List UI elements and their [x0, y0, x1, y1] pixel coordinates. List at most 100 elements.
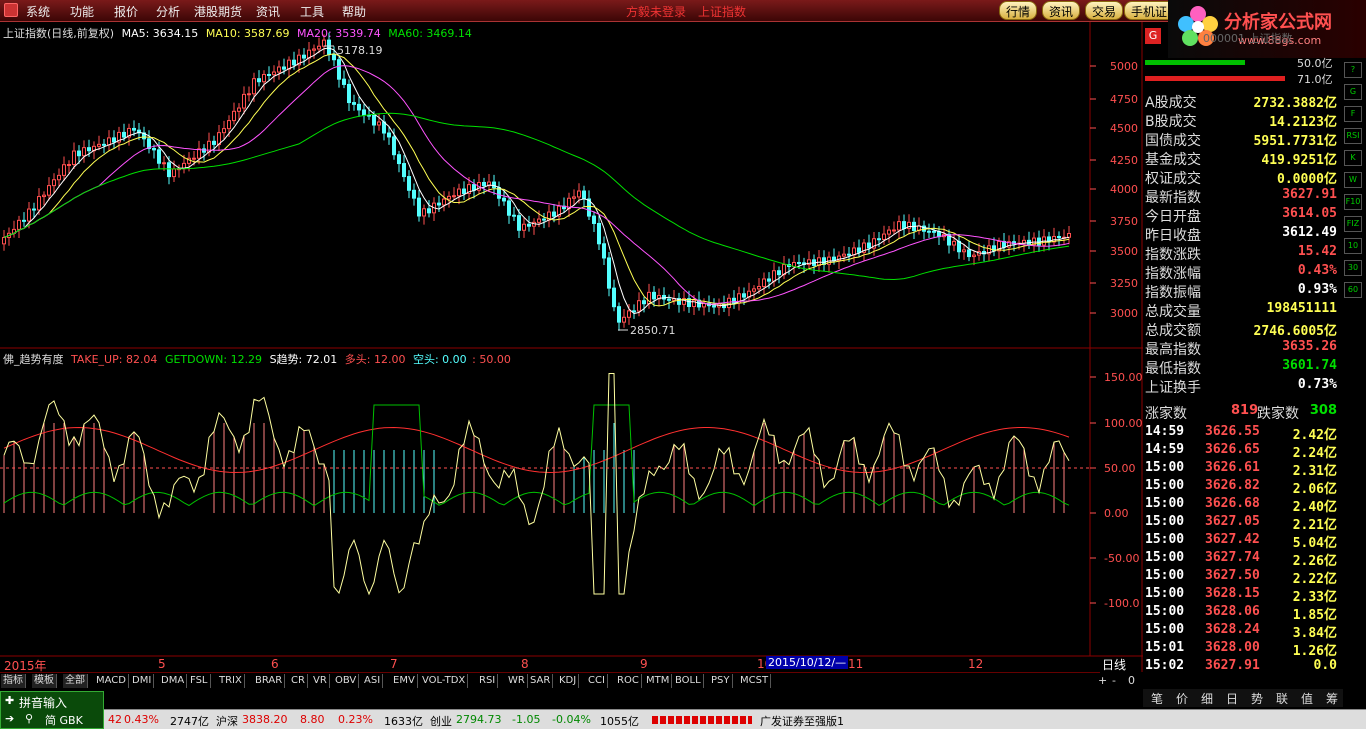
candle-body — [372, 115, 376, 126]
candle-body — [422, 208, 426, 217]
toolbar-icon-2[interactable]: F — [1344, 106, 1362, 122]
kline-y-tick: 3750 — [1110, 215, 1138, 228]
indicator-tab-vr[interactable]: VR — [311, 674, 330, 688]
tick-row: 15:00 3627.42 5.04亿 — [1145, 532, 1339, 551]
vol-bottom-label: 71.0亿 — [1297, 73, 1333, 86]
tab-market[interactable]: 行情 — [999, 1, 1038, 20]
zoom-out-button[interactable]: - — [1112, 674, 1116, 687]
reset-button[interactable]: 0 — [1128, 674, 1135, 687]
candle-body — [327, 39, 331, 55]
candle-body — [592, 215, 596, 224]
ime-mode: 简 GBK — [45, 714, 83, 727]
candle-body — [482, 181, 486, 187]
indicator-tab-macd[interactable]: MACD — [94, 674, 129, 688]
indicator-tab-vol-tdx[interactable]: VOL-TDX — [420, 674, 469, 688]
tab-trade[interactable]: 交易 — [1085, 1, 1124, 20]
indicator-tab-asi[interactable]: ASI — [362, 674, 384, 688]
quote-row: 指数涨幅 0.43% — [1145, 263, 1339, 282]
indicator-tab-cr[interactable]: CR — [289, 674, 308, 688]
tick-time: 15:00 — [1145, 532, 1185, 547]
indicator-tab-rsi[interactable]: RSI — [477, 674, 499, 688]
indicator-tab-trix[interactable]: TRIX — [217, 674, 245, 688]
indicator-tab-mcst[interactable]: MCST — [738, 674, 772, 688]
chart-area[interactable] — [0, 22, 1143, 672]
toolbar-icon-1[interactable]: G — [1344, 84, 1362, 100]
candle-body — [967, 249, 971, 258]
indicator-tab-mtm[interactable]: MTM — [644, 674, 673, 688]
menu-function[interactable]: 功能 — [70, 3, 94, 20]
indicator-tab-cci[interactable]: CCI — [586, 674, 608, 688]
menu-tools[interactable]: 工具 — [300, 3, 324, 20]
tick-price: 3626.65 — [1205, 442, 1260, 457]
detail-tab-4[interactable]: 势 — [1251, 690, 1263, 707]
menu-help[interactable]: 帮助 — [342, 3, 366, 20]
quote-value: 2732.3882亿 — [1253, 96, 1337, 111]
detail-tab-5[interactable]: 联 — [1276, 690, 1288, 707]
toolbar-icon-10[interactable]: 60 — [1344, 282, 1362, 298]
candle-body — [892, 229, 896, 232]
detail-tab-3[interactable]: 日 — [1226, 690, 1238, 707]
zoom-in-button[interactable]: + — [1098, 674, 1107, 687]
status-hs-chg: 8.80 — [300, 713, 325, 726]
candle-body — [52, 179, 56, 187]
toolbar-icon-7[interactable]: FIZ — [1344, 216, 1362, 232]
status-cy-chg: -1.05 — [512, 713, 541, 726]
detail-tab-2[interactable]: 细 — [1201, 690, 1213, 707]
toolbar-icon-5[interactable]: W — [1344, 172, 1362, 188]
candle-body — [852, 247, 856, 256]
candle-body — [882, 233, 886, 240]
toolbar-icon-4[interactable]: K — [1344, 150, 1362, 166]
candle-body — [752, 288, 756, 292]
indicator-tab-kdj[interactable]: KDJ — [557, 674, 580, 688]
candle-body — [797, 261, 801, 264]
detail-tab-1[interactable]: 价 — [1176, 690, 1188, 707]
indicator-tab-dmi[interactable]: DMI — [130, 674, 155, 688]
toolbar-icon-9[interactable]: 30 — [1344, 260, 1362, 276]
high-price-label: 5178.19 — [337, 44, 383, 57]
tick-volume: 0.0 — [1313, 658, 1337, 673]
indicator-tab-obv[interactable]: OBV — [333, 674, 360, 688]
indicator-tab-dma[interactable]: DMA — [159, 674, 188, 688]
kline-y-tick: 4750 — [1110, 93, 1138, 106]
toolbar-icon-8[interactable]: 10 — [1344, 238, 1362, 254]
menu-analysis[interactable]: 分析 — [156, 3, 180, 20]
quote-row: 今日开盘 3614.05 — [1145, 206, 1339, 225]
candle-body — [457, 188, 461, 197]
candle-body — [612, 287, 616, 308]
indicator-tab-全部[interactable]: 全部 — [63, 674, 88, 688]
tab-info[interactable]: 资讯 — [1042, 1, 1081, 20]
indicator-tab-wr[interactable]: WR — [506, 674, 528, 688]
kline-y-tick: 3250 — [1110, 277, 1138, 290]
detail-tab-0[interactable]: 笔 — [1151, 690, 1163, 707]
quote-row: 最新指数 3627.91 — [1145, 187, 1339, 206]
indicator-tab-fsl[interactable]: FSL — [188, 674, 211, 688]
candle-body — [212, 140, 216, 145]
toolbar-icon-0[interactable]: ? — [1344, 62, 1362, 78]
toolbar-icon-6[interactable]: F10 — [1344, 194, 1362, 210]
menu-hk-futures[interactable]: 港股期货 — [194, 3, 242, 20]
indicator-tab-boll[interactable]: BOLL — [673, 674, 704, 688]
detail-tab-6[interactable]: 值 — [1301, 690, 1313, 707]
quote-label: 指数振幅 — [1145, 285, 1201, 301]
tick-volume: 2.21亿 — [1292, 518, 1337, 533]
ime-input-box[interactable]: 拼音输入 简 GBK ✚ ➔ ⚲ — [0, 691, 104, 729]
indicator-tab-brar[interactable]: BRAR — [253, 674, 286, 688]
indicator-tab-psy[interactable]: PSY — [709, 674, 733, 688]
status-cy-value: 2794.73 — [456, 713, 502, 726]
fifty-label: : 50.00 — [472, 353, 511, 366]
status-chg: 42 — [108, 713, 122, 726]
toolbar-icon-3[interactable]: RSI — [1344, 128, 1362, 144]
indicator-tab-指标[interactable]: 指标 — [1, 674, 26, 688]
menu-news[interactable]: 资讯 — [256, 3, 280, 20]
detail-tab-7[interactable]: 筹 — [1326, 690, 1338, 707]
indicator-tab-emv[interactable]: EMV — [391, 674, 418, 688]
indicator-tab-模板[interactable]: 模板 — [32, 674, 57, 688]
tab-mobile[interactable]: 手机证 — [1124, 1, 1175, 20]
menu-quote[interactable]: 报价 — [114, 3, 138, 20]
ma60-label: MA60: 3469.14 — [388, 27, 472, 40]
tick-volume: 2.24亿 — [1292, 446, 1337, 461]
menu-system[interactable]: 系统 — [26, 3, 50, 20]
period-label[interactable]: 日线 — [1102, 656, 1126, 673]
indicator-tab-sar[interactable]: SAR — [528, 674, 554, 688]
indicator-tab-roc[interactable]: ROC — [615, 674, 642, 688]
